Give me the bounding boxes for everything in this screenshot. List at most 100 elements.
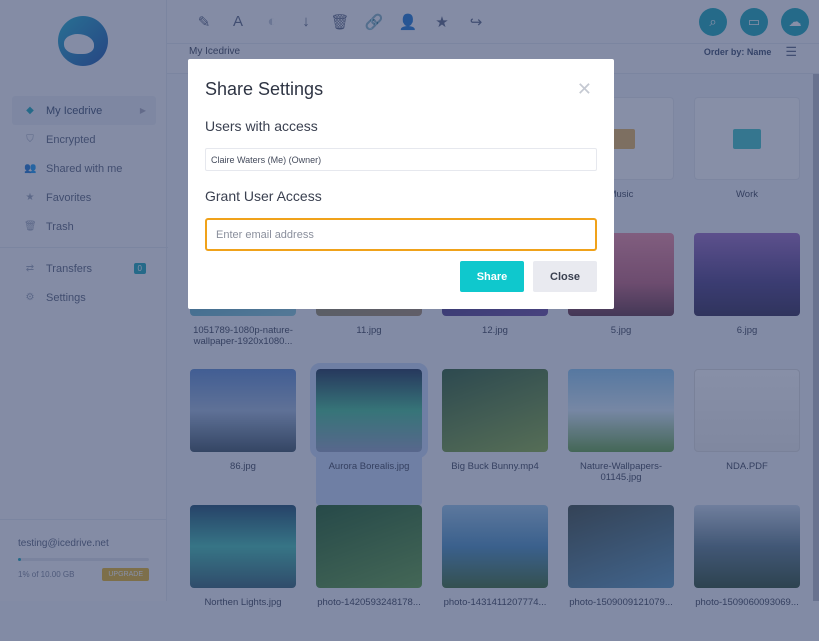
- file-item[interactable]: Big Buck Bunny.mp4: [442, 369, 548, 505]
- close-icon[interactable]: ✕: [577, 79, 592, 100]
- dialog-title: Share Settings: [205, 79, 324, 99]
- folder-thumbnail: [694, 97, 800, 180]
- file-name: 86.jpg: [230, 461, 256, 472]
- sidebar-item-label: My Icedrive: [46, 104, 103, 117]
- file-name: Big Buck Bunny.mp4: [451, 461, 539, 472]
- breadcrumb[interactable]: My Icedrive: [189, 46, 240, 58]
- text-icon[interactable]: A: [221, 13, 255, 30]
- sidebar-item-label: Encrypted: [46, 133, 96, 146]
- storage-usage: 1% of 10.00 GB: [18, 570, 75, 579]
- file-name: Northen Lights.jpg: [204, 597, 282, 608]
- sidebar-item-my-icedrive[interactable]: ◆ My Icedrive ▶: [12, 96, 156, 125]
- storage-bar: [18, 558, 149, 561]
- folder-item[interactable]: Work: [694, 97, 800, 233]
- upgrade-button[interactable]: UPGRADE: [102, 568, 149, 581]
- account-panel: testing@icedrive.net 1% of 10.00 GB UPGRA…: [0, 519, 167, 601]
- trash-icon: 🗑: [24, 221, 37, 232]
- file-item[interactable]: photo-1420593248178...: [316, 505, 422, 641]
- file-thumbnail: [442, 369, 548, 452]
- order-by-dropdown[interactable]: Order by: Name: [704, 46, 772, 58]
- file-item[interactable]: Northen Lights.jpg: [190, 505, 296, 641]
- file-name: photo-1431411207774...: [443, 597, 547, 608]
- file-thumbnail: [694, 233, 800, 316]
- file-name: Aurora Borealis.jpg: [328, 461, 410, 472]
- trash-icon[interactable]: 🗑: [323, 13, 357, 31]
- palette-icon[interactable]: ◐: [255, 13, 289, 30]
- sidebar-item-label: Settings: [46, 291, 86, 304]
- share-settings-dialog: Share Settings ✕ Users with access Clair…: [188, 59, 614, 309]
- sidebar-item-favorites[interactable]: ★ Favorites: [12, 183, 156, 212]
- file-name: photo-1509060093069...: [695, 597, 799, 608]
- sidebar-item-transfers[interactable]: ⇄ Transfers 0: [12, 254, 156, 283]
- star-icon[interactable]: ★: [425, 13, 459, 31]
- file-item[interactable]: 86.jpg: [190, 369, 296, 505]
- file-name: 5.jpg: [610, 325, 632, 336]
- file-thumbnail: [694, 505, 800, 588]
- user-access-item: Claire Waters (Me) (Owner): [205, 148, 597, 171]
- close-button[interactable]: Close: [533, 261, 597, 292]
- share-button[interactable]: Share: [460, 261, 524, 292]
- sidebar-item-trash[interactable]: 🗑 Trash: [12, 212, 156, 241]
- file-thumbnail: [442, 505, 548, 588]
- share-icon[interactable]: ↪: [459, 13, 493, 31]
- sidebar-item-encrypted[interactable]: ⛉ Encrypted: [12, 125, 156, 154]
- divider: [0, 247, 168, 248]
- file-name: Nature-Wallpapers-01145.jpg: [579, 461, 662, 483]
- file-thumbnail: [694, 369, 800, 452]
- link-icon[interactable]: 🔗: [357, 13, 391, 31]
- file-name: photo-1509009121079...: [569, 597, 673, 608]
- file-item[interactable]: Nature-Wallpapers-01145.jpg: [568, 369, 674, 505]
- file-item[interactable]: photo-1431411207774...: [442, 505, 548, 641]
- file-item[interactable]: NDA.PDF: [694, 369, 800, 505]
- file-name: 1051789-1080p-nature-wallpaper-1920x1080…: [193, 325, 293, 347]
- file-name: 12.jpg: [482, 325, 508, 336]
- users-icon: 👥: [24, 163, 37, 174]
- gear-icon: ⚙: [25, 292, 35, 303]
- icedrive-logo[interactable]: [58, 16, 108, 66]
- sidebar-nav: ◆ My Icedrive ▶ ⛉ Encrypted 👥 Shared with me ★ F…: [0, 96, 168, 312]
- file-thumbnail: [568, 505, 674, 588]
- users-heading: Users with access: [205, 118, 318, 134]
- storage-bar-fill: [18, 558, 21, 561]
- download-icon[interactable]: ↓: [289, 13, 323, 30]
- file-name: 6.jpg: [736, 325, 758, 336]
- account-email: testing@icedrive.net: [18, 538, 109, 549]
- folder-icon: [733, 128, 761, 149]
- email-input[interactable]: [205, 218, 597, 251]
- sidebar-item-shared-with-me[interactable]: 👥 Shared with me: [12, 154, 156, 183]
- sidebar: ◆ My Icedrive ▶ ⛉ Encrypted 👥 Shared with me ★ F…: [0, 0, 168, 601]
- list-view-icon[interactable]: ☰: [785, 45, 797, 58]
- file-thumbnail: [568, 369, 674, 452]
- edit-icon[interactable]: ✎: [187, 13, 221, 31]
- folder-icon[interactable]: ▭: [740, 7, 768, 36]
- shield-icon: ⛉: [26, 134, 34, 145]
- add-user-icon[interactable]: 👤: [391, 13, 425, 31]
- sidebar-item-label: Trash: [46, 220, 74, 233]
- file-item[interactable]: Aurora Borealis.jpg: [310, 363, 428, 505]
- file-thumbnail: [190, 369, 296, 452]
- file-thumbnail: [190, 505, 296, 588]
- file-item[interactable]: 6.jpg: [694, 233, 800, 369]
- sidebar-item-label: Favorites: [46, 191, 92, 204]
- toolbar: ✎ A ◐ ↓ 🗑 🔗 👤 ★ ↪ ⌕ ▭ ☁: [167, 0, 819, 44]
- file-item[interactable]: photo-1509009121079...: [568, 505, 674, 641]
- sidebar-item-label: Shared with me: [46, 162, 123, 175]
- search-icon[interactable]: ⌕: [699, 7, 727, 36]
- layers-icon: ◆: [26, 105, 34, 116]
- scrollbar[interactable]: [813, 74, 819, 601]
- sidebar-item-label: Transfers: [46, 262, 93, 275]
- cloud-upload-icon[interactable]: ☁: [781, 7, 809, 36]
- transfer-icon: ⇄: [25, 263, 35, 274]
- file-name: Work: [736, 189, 758, 200]
- chevron-right-icon: ▶: [139, 106, 146, 115]
- file-item[interactable]: photo-1509060093069...: [694, 505, 800, 641]
- file-name: NDA.PDF: [726, 461, 768, 472]
- file-name: photo-1420593248178...: [317, 597, 421, 608]
- file-thumbnail: [316, 505, 422, 588]
- star-icon: ★: [25, 192, 35, 203]
- file-name: 11.jpg: [356, 325, 382, 336]
- transfers-badge: 0: [133, 263, 146, 274]
- grant-heading: Grant User Access: [205, 188, 322, 204]
- file-thumbnail: [310, 363, 428, 458]
- sidebar-item-settings[interactable]: ⚙ Settings: [12, 283, 156, 312]
